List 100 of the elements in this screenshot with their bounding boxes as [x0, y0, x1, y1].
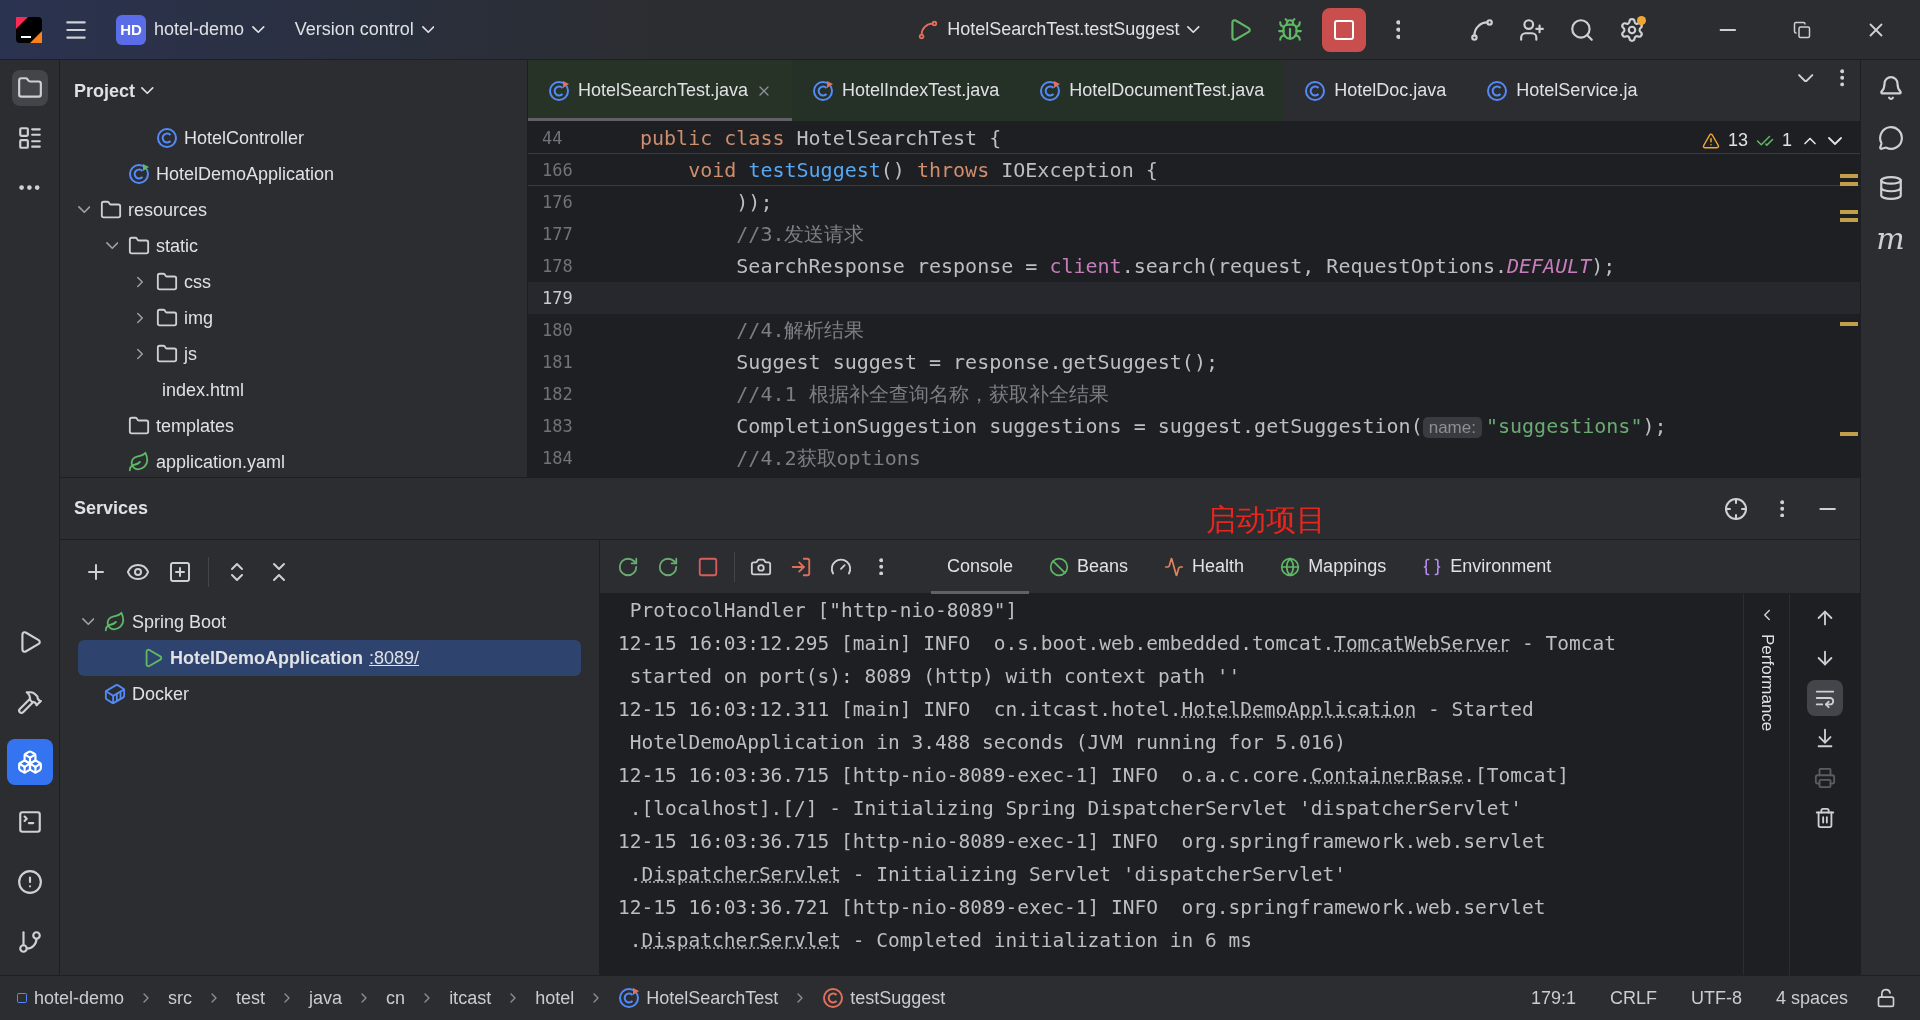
minimize-icon: [1818, 507, 1838, 510]
notification-dot: [1637, 15, 1646, 25]
console-tab[interactable]: Beans: [1033, 539, 1145, 594]
soft-wrap-button[interactable]: [1807, 680, 1843, 716]
file-encoding[interactable]: UTF-8: [1676, 983, 1756, 1013]
tree-item[interactable]: css: [184, 271, 211, 293]
tree-item[interactable]: application.yaml: [156, 451, 286, 473]
class-link[interactable]: DispatcherServlet: [641, 929, 842, 952]
console-line: .[localhost].[/] - Initializing Spring DispatcherServlet 'dispatcherServlet': [628, 796, 1523, 822]
tree-item[interactable]: js: [184, 343, 197, 365]
tree-item[interactable]: templates: [156, 415, 235, 437]
editor-tab[interactable]: HotelIndexTest.java: [792, 60, 1020, 121]
test-class-icon: [1039, 79, 1062, 102]
line-ending[interactable]: CRLF: [1595, 983, 1671, 1013]
service-item[interactable]: Docker: [132, 683, 189, 705]
line-number: 181: [541, 352, 574, 372]
console-tab[interactable]: Console: [931, 539, 1030, 594]
service-item[interactable]: Spring Boot: [132, 611, 227, 633]
warning-icon: [1701, 131, 1720, 150]
rerun-debug-icon: [657, 555, 679, 578]
breadcrumb[interactable]: itcast: [449, 987, 492, 1009]
side-panel-tab[interactable]: Performance: [1756, 634, 1777, 732]
stop-icon: [1332, 17, 1356, 42]
indent-setting[interactable]: 4 spaces: [1761, 983, 1862, 1013]
hammer-icon: [16, 689, 43, 715]
collapse-icon[interactable]: [81, 618, 95, 626]
structure-icon: [16, 125, 43, 151]
rerun-icon: [617, 555, 639, 578]
console-tab[interactable]: Mappings: [1264, 539, 1403, 594]
panel-title: Services: [74, 498, 149, 519]
resources-folder-icon: [100, 199, 122, 221]
tree-item[interactable]: index.html: [162, 379, 245, 401]
line-number: 179: [541, 288, 574, 308]
terminal-icon: [16, 809, 43, 835]
annotation-text: 启动项目: [1206, 502, 1326, 538]
class-link[interactable]: TomcatWebServer: [1334, 632, 1511, 655]
caret-icon: [252, 25, 265, 34]
problems-icon: [16, 869, 43, 895]
next-icon[interactable]: [1828, 136, 1842, 145]
breadcrumb[interactable]: testSuggest: [850, 987, 946, 1009]
folder-icon: [128, 415, 150, 437]
code-line: void testSuggest() throws IOException {: [687, 157, 1158, 182]
code-line: //4.解析结果: [735, 316, 865, 344]
line-number: 178: [541, 256, 574, 276]
console-tab[interactable]: Environment: [1406, 539, 1568, 594]
unlocked-icon: [1876, 988, 1896, 1008]
service-item[interactable]: HotelDemoApplication: [170, 647, 363, 669]
maven-tool-button[interactable]: m: [1872, 220, 1909, 256]
port-link[interactable]: :8089/: [369, 647, 420, 669]
editor-tab[interactable]: HotelDocumentTest.java: [1019, 60, 1285, 121]
folder-icon: [156, 307, 178, 329]
tree-item[interactable]: HotelController: [184, 127, 305, 149]
folder-tool-button[interactable]: [11, 70, 48, 106]
notifications-icon: [1877, 75, 1904, 101]
collapse-icon[interactable]: [105, 242, 119, 250]
console-line: 12-15 16:03:12.311 [main] INFO cn.itcast.hotel.HotelDemoApplication - Started: [618, 697, 1535, 723]
folder-icon: [16, 75, 43, 101]
code-line: ));: [735, 190, 773, 214]
project-selector[interactable]: HD hotel-demo: [108, 8, 273, 51]
breadcrumb[interactable]: src: [168, 987, 193, 1009]
class-link[interactable]: DispatcherServlet: [641, 863, 842, 886]
test-class-icon: [618, 987, 641, 1009]
app-logo[interactable]: [14, 14, 44, 45]
container-icon: [104, 683, 126, 705]
tree-item[interactable]: static: [156, 235, 198, 257]
code-line: //4.1 根据补全查询名称，获取补全结果: [735, 380, 1109, 408]
services-tool-button[interactable]: [6, 739, 53, 785]
breadcrumb[interactable]: test: [236, 987, 266, 1009]
console-line: 12-15 16:03:36.715 [http-nio-8089-exec-1] INFO org.springframework.web.servlet: [618, 829, 1547, 855]
cursor-position[interactable]: 179:1: [1516, 983, 1590, 1013]
print-icon: [1814, 767, 1836, 789]
add-user-icon: [1519, 16, 1545, 43]
tree-item[interactable]: img: [184, 307, 213, 329]
code-line: public class HotelSearchTest {: [640, 125, 1002, 150]
stop-button[interactable]: [1322, 7, 1366, 52]
breadcrumb[interactable]: java: [309, 987, 343, 1009]
version-control-menu[interactable]: Version control: [286, 13, 443, 46]
breadcrumb[interactable]: HotelSearchTest: [646, 987, 779, 1009]
check-count[interactable]: 1: [1782, 130, 1792, 151]
search-icon: [1569, 16, 1595, 43]
stop-icon: [697, 555, 719, 578]
console-tab[interactable]: Health: [1148, 539, 1261, 594]
method-icon: [822, 987, 845, 1009]
breadcrumb[interactable]: hotel-demo: [34, 987, 125, 1009]
line-number: 176: [541, 192, 574, 212]
breadcrumb[interactable]: cn: [386, 987, 406, 1009]
code-line: //3.发送请求: [735, 220, 865, 248]
collapse-icon[interactable]: [77, 206, 91, 214]
breadcrumb[interactable]: hotel: [535, 987, 575, 1009]
panel-title[interactable]: Project: [74, 80, 154, 102]
warning-count[interactable]: 13: [1727, 130, 1748, 151]
tree-item[interactable]: HotelDemoApplication: [156, 163, 335, 185]
class-link[interactable]: ContainerBase: [1310, 764, 1464, 787]
class-link[interactable]: HotelDemoApplication: [1181, 698, 1417, 721]
folder-icon: [156, 271, 178, 293]
run-configuration-selector[interactable]: HotelSearchTest.testSuggest: [909, 12, 1208, 47]
console-line: .DispatcherServlet - Completed initialization in 6 ms: [628, 928, 1253, 954]
crosshair-icon: [1724, 496, 1748, 521]
editor-tab[interactable]: HotelSearchTest.java: [528, 60, 793, 121]
tree-item[interactable]: resources: [128, 199, 208, 221]
